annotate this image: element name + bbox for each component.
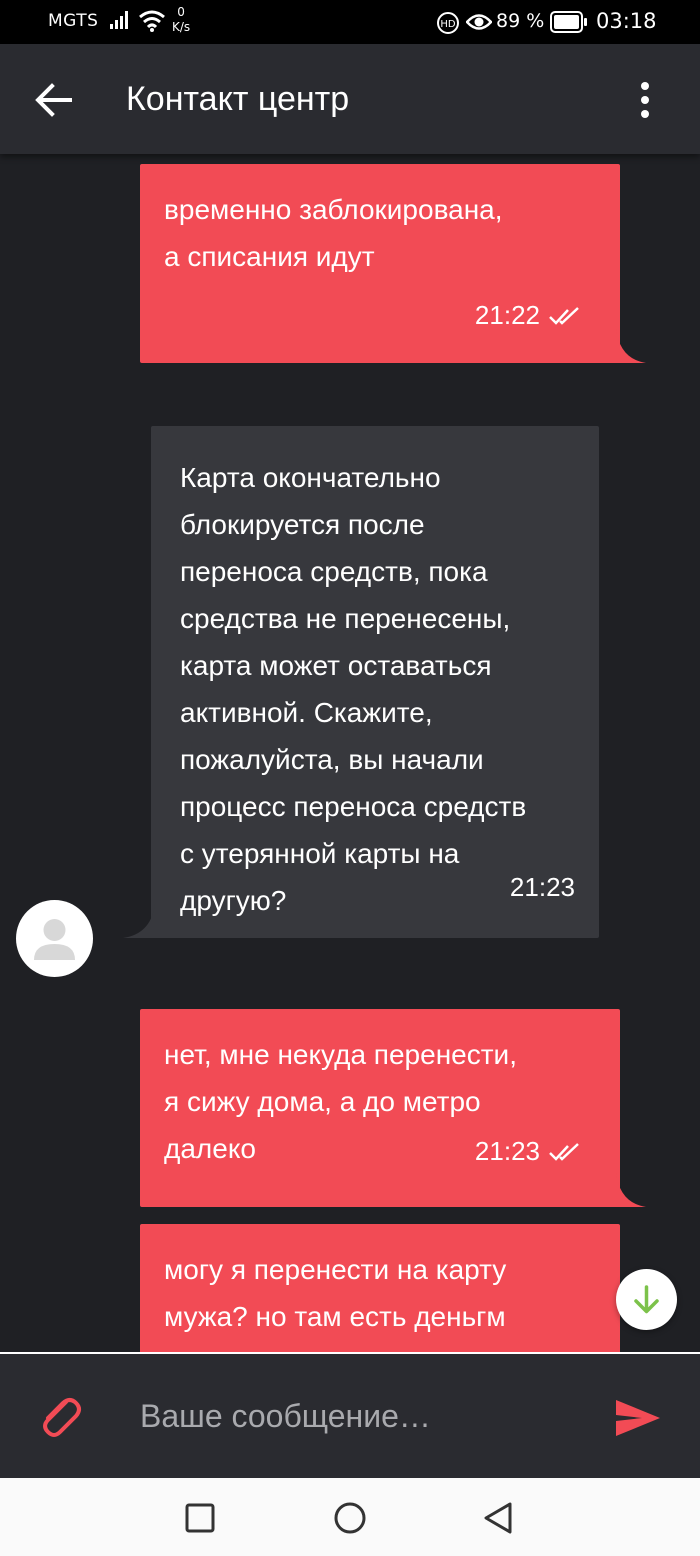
- message-line: мужа? но там есть деньгм: [164, 1301, 506, 1332]
- message-time: 21:23: [474, 1136, 540, 1166]
- bubble-tail: [616, 329, 646, 363]
- network-speed-unit: K/s: [172, 20, 191, 34]
- message-line: карта может оставаться: [180, 650, 492, 681]
- network-speed-value: 0: [177, 5, 185, 19]
- home-circle-icon: [334, 1502, 366, 1534]
- message-meta: 21:23: [510, 864, 575, 911]
- recents-square-icon: [185, 1503, 215, 1533]
- recents-button[interactable]: [182, 1500, 218, 1536]
- message-composer: [0, 1352, 700, 1478]
- signal-icon: [110, 10, 132, 34]
- page-title: Контакт центр: [126, 80, 350, 118]
- message-outgoing[interactable]: нет, мне некуда перенести, я сижу дома, …: [140, 1009, 646, 1207]
- arrow-left-icon: [35, 83, 72, 117]
- message-line: нет, мне некуда перенести,: [164, 1039, 517, 1070]
- status-bar: MGTS 0 K/s HD 89 % 03:18: [0, 0, 700, 44]
- avatar[interactable]: [16, 900, 93, 977]
- message-outgoing[interactable]: временно заблокирована, а списания идут …: [140, 164, 646, 363]
- eye-comfort-icon: [465, 12, 493, 36]
- volte-icon: HD: [436, 11, 460, 39]
- message-line: а списания идут: [164, 241, 375, 272]
- message-line: блокируется после: [180, 509, 425, 540]
- double-check-icon: [549, 1142, 579, 1161]
- message-time: 21:23: [509, 872, 575, 902]
- carrier-name: MGTS: [48, 11, 99, 31]
- message-meta: 21:22: [475, 292, 582, 339]
- system-navigation-bar: [0, 1478, 700, 1556]
- network-speed: 0 K/s: [172, 5, 190, 35]
- user-placeholder-icon: [34, 919, 75, 960]
- message-line: средства не перенесены,: [180, 603, 511, 634]
- app-header: Контакт центр: [0, 44, 700, 154]
- message-line: временно заблокирована,: [164, 194, 503, 225]
- bubble-tail: [123, 904, 155, 938]
- message-incoming[interactable]: Карта окончательно блокируется после пер…: [123, 426, 599, 938]
- more-options-button[interactable]: [630, 78, 660, 122]
- message-line: я сижу дома, а до метро: [164, 1086, 481, 1117]
- send-button[interactable]: [614, 1398, 662, 1438]
- battery-icon: [550, 11, 588, 37]
- svg-text:HD: HD: [440, 19, 456, 30]
- double-check-icon: [549, 306, 579, 325]
- status-time: 03:18: [596, 9, 657, 33]
- message-line: переноса средств, пока: [180, 556, 488, 587]
- more-vert-icon: [641, 82, 649, 118]
- paperclip-icon: [43, 1398, 81, 1437]
- system-back-button[interactable]: [480, 1500, 516, 1536]
- message-outgoing[interactable]: могу я перенести на карту мужа? но там е…: [140, 1224, 620, 1352]
- arrow-down-icon: [634, 1285, 659, 1314]
- message-time: 21:22: [474, 300, 540, 330]
- home-button[interactable]: [332, 1500, 368, 1536]
- message-line: активной. Скажите,: [180, 697, 433, 728]
- send-icon: [616, 1400, 660, 1436]
- bubble-tail: [616, 1173, 646, 1207]
- back-triangle-icon: [484, 1502, 512, 1534]
- message-input[interactable]: [140, 1390, 580, 1442]
- message-list[interactable]: временно заблокирована, а списания идут …: [0, 154, 700, 1352]
- attach-button[interactable]: [36, 1392, 82, 1440]
- back-button[interactable]: [30, 78, 78, 122]
- battery-percent: 89 %: [496, 10, 545, 32]
- wifi-icon: [138, 9, 166, 37]
- message-line: процесс переноса средств: [180, 791, 527, 822]
- message-line: могу я перенести на карту: [164, 1254, 507, 1285]
- message-meta: 21:23: [475, 1128, 582, 1175]
- message-line: пожалуйста, вы начали: [180, 744, 484, 775]
- message-line: Карта окончательно: [180, 462, 441, 493]
- screen: MGTS 0 K/s HD 89 % 03:18 Контакт центр в…: [0, 0, 700, 1556]
- scroll-to-bottom-button[interactable]: [616, 1269, 677, 1330]
